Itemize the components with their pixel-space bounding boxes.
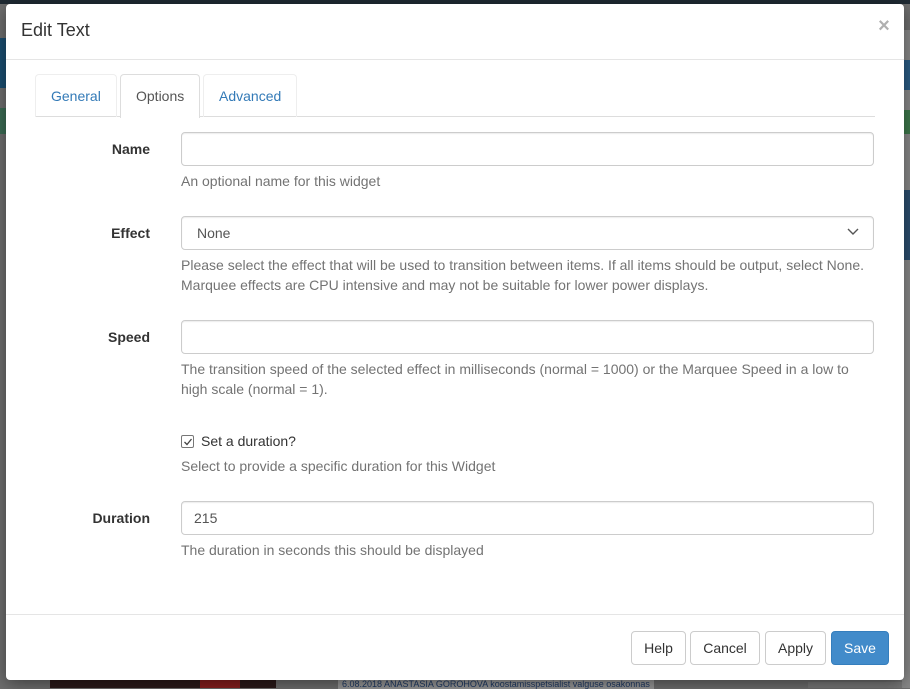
effect-help: Please select the effect that will be us…	[181, 257, 865, 293]
help-button[interactable]: Help	[631, 631, 686, 665]
tab-advanced[interactable]: Advanced	[203, 74, 298, 117]
effect-select[interactable]: None	[181, 216, 874, 250]
background-bottom-right	[808, 682, 902, 688]
modal-footer: Help Cancel Apply Save	[6, 614, 904, 680]
cancel-button[interactable]: Cancel	[690, 631, 760, 665]
name-label: Name	[111, 141, 150, 157]
modal-header: Edit Text ×	[6, 4, 904, 60]
apply-button[interactable]: Apply	[765, 631, 826, 665]
speed-input[interactable]	[181, 320, 874, 354]
set-duration-checkbox[interactable]	[181, 435, 194, 448]
checkmark-icon	[184, 438, 193, 446]
tab-options[interactable]: Options	[120, 74, 201, 118]
effect-selected-value: None	[197, 225, 231, 241]
name-help: An optional name for this widget	[181, 173, 381, 189]
duration-help: The duration in seconds this should be d…	[181, 542, 484, 558]
set-duration-help: Select to provide a specific duration fo…	[181, 458, 496, 474]
set-duration-label[interactable]: Set a duration?	[201, 433, 296, 449]
save-button[interactable]: Save	[831, 631, 889, 665]
duration-label: Duration	[92, 510, 150, 526]
modal-title: Edit Text	[21, 20, 90, 40]
tab-general[interactable]: General	[35, 74, 117, 117]
close-icon[interactable]: ×	[876, 16, 892, 36]
effect-label: Effect	[111, 225, 150, 241]
tab-bar: General Options Advanced	[35, 74, 875, 118]
background-thumbnail	[50, 680, 276, 688]
edit-text-modal: Edit Text × General Options Advanced Nam…	[6, 4, 904, 680]
speed-label: Speed	[107, 329, 150, 345]
duration-input[interactable]	[181, 501, 874, 535]
speed-help: The transition speed of the selected eff…	[181, 361, 849, 397]
name-input[interactable]	[181, 132, 874, 166]
chevron-down-icon	[847, 228, 859, 235]
